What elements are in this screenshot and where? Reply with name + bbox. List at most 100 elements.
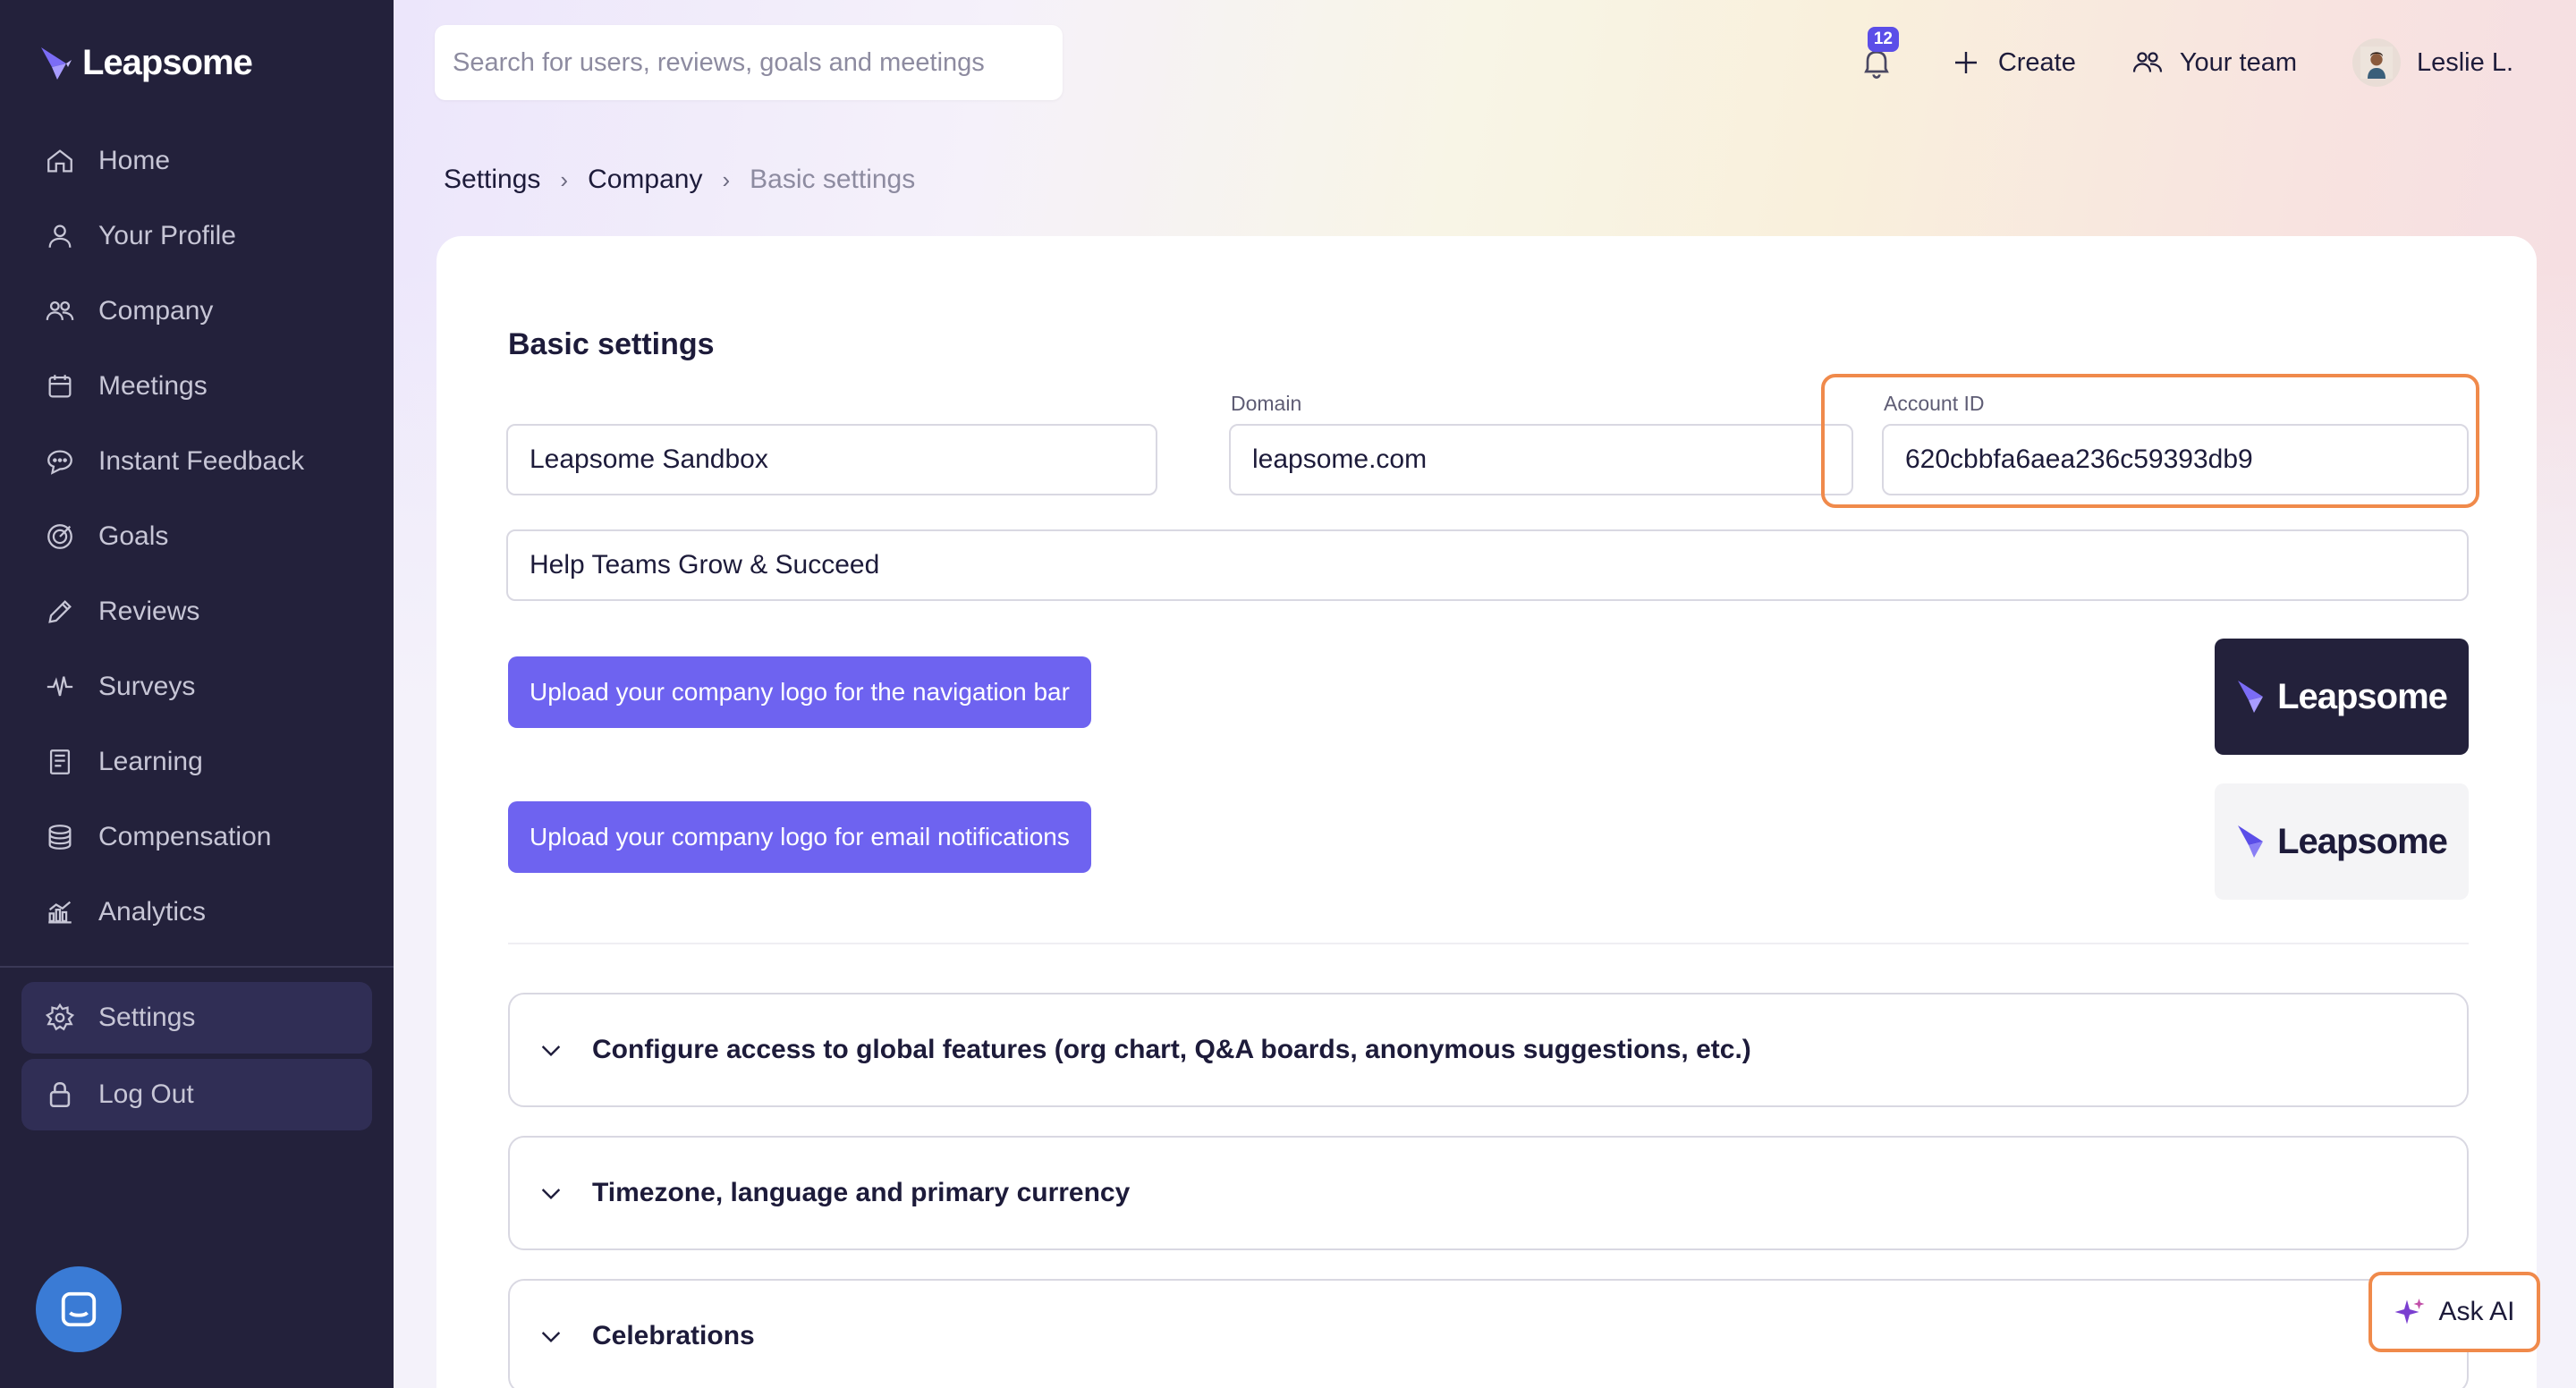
your-team-button[interactable]: Your team [2131,47,2297,79]
sidebar-item-label: Surveys [98,672,196,701]
sidebar-item-reviews[interactable]: Reviews [21,574,372,649]
search-input[interactable] [453,47,1063,78]
email-logo-preview: Leapsome [2215,783,2469,900]
chevron-down-icon [541,1332,561,1343]
support-chat-button[interactable] [36,1266,122,1352]
sidebar: Leapsome Home Your Profile Company Meeti… [0,0,394,1388]
tagline-field[interactable] [506,529,2469,601]
sparkle-icon [2394,1299,2425,1325]
sidebar-item-label: Goals [98,521,169,551]
sidebar-item-label: Your Profile [98,221,236,250]
nav-logo-text: Leapsome [2277,676,2448,716]
sidebar-bottom-nav: Settings Log Out [21,982,372,1136]
domain-label: Domain [1231,392,1302,415]
page-title: Basic settings [508,327,715,361]
chart-icon [48,901,72,924]
sidebar-item-surveys[interactable]: Surveys [21,649,372,724]
sidebar-item-label: Home [98,146,171,175]
book-icon [49,749,71,774]
domain-input[interactable] [1252,444,1852,475]
accordion-celebrations[interactable]: Celebrations [508,1279,2469,1388]
sidebar-item-label: Log Out [98,1079,194,1109]
brand-name: Leapsome [82,43,253,82]
chat-widget-icon [61,1291,97,1327]
breadcrumb-basic-settings: Basic settings [750,165,916,194]
team-icon [2132,52,2162,72]
accordion-timezone-language[interactable]: Timezone, language and primary currency [508,1136,2469,1250]
sidebar-item-label: Reviews [98,597,200,626]
chevron-down-icon [541,1189,561,1200]
breadcrumb-company[interactable]: Company [588,165,702,195]
sidebar-item-home[interactable]: Home [21,123,372,199]
sidebar-item-label: Analytics [98,897,207,927]
accordion-title: Configure access to global features (org… [592,1035,1751,1064]
calendar-icon [48,375,72,398]
notifications-button[interactable]: 12 [1859,27,1899,80]
pencil-icon [48,600,72,623]
lock-icon [49,1081,71,1108]
accordion-title: Celebrations [592,1321,755,1350]
home-icon [47,149,72,173]
domain-field[interactable] [1229,424,1853,495]
users-icon [46,300,74,321]
create-button[interactable]: Create [1950,47,2076,79]
avatar-person-icon [2360,47,2393,79]
accordion-global-features[interactable]: Configure access to global features (org… [508,993,2469,1107]
pulse-icon [47,676,73,697]
account-id-input[interactable] [1905,444,2467,475]
basic-settings-card: Basic settings Domain Account ID Upload … [436,236,2537,1388]
sidebar-item-learning[interactable]: Learning [21,724,372,800]
tagline-input[interactable] [530,550,2467,580]
global-search[interactable] [435,25,1063,100]
ask-ai-button[interactable]: Ask AI [2368,1272,2540,1352]
accordion-title: Timezone, language and primary currency [592,1178,1131,1207]
breadcrumb: Settings › Company › Basic settings [444,165,915,195]
gear-icon [45,1003,75,1031]
breadcrumb-separator: › [560,165,569,193]
user-icon [48,224,72,248]
sidebar-divider [0,966,394,968]
ask-ai-content: Ask AI [2394,1296,2515,1328]
sidebar-item-log-out[interactable]: Log Out [21,1059,372,1130]
your-team-label: Your team [2179,47,2297,77]
sidebar-item-settings[interactable]: Settings [21,982,372,1054]
sidebar-item-goals[interactable]: Goals [21,499,372,574]
sidebar-item-meetings[interactable]: Meetings [21,349,372,424]
target-icon [47,524,72,549]
user-menu[interactable]: Leslie L. [2351,38,2513,87]
breadcrumb-separator: › [722,165,731,193]
sidebar-item-label: Company [98,296,214,326]
coins-icon [48,825,72,850]
leapsome-bird-icon [2238,681,2264,713]
sidebar-item-label: Compensation [98,822,272,851]
brand-logo[interactable]: Leapsome [39,43,253,83]
avatar [2351,38,2401,87]
sidebar-item-label: Settings [98,1003,196,1032]
breadcrumb-settings[interactable]: Settings [444,165,540,195]
leapsome-bird-icon [41,47,72,80]
sidebar-item-compensation[interactable]: Compensation [21,800,372,875]
sidebar-item-analytics[interactable]: Analytics [21,875,372,950]
chat-icon [47,450,72,475]
account-id-label: Account ID [1884,392,1985,415]
plus-icon [1954,52,1977,73]
sidebar-item-label: Instant Feedback [98,446,305,476]
sidebar-item-company[interactable]: Company [21,274,372,349]
sidebar-item-label: Learning [98,747,203,776]
upload-email-logo-button[interactable]: Upload your company logo for email notif… [508,801,1091,873]
sidebar-item-label: Meetings [98,371,208,401]
create-label: Create [1997,47,2076,77]
section-divider [508,943,2469,944]
sidebar-item-your-profile[interactable]: Your Profile [21,199,372,274]
sidebar-nav: Home Your Profile Company Meetings Insta… [21,123,372,950]
notification-count-badge: 12 [1867,27,1899,52]
company-name-field[interactable] [506,424,1157,495]
company-name-input[interactable] [530,444,1156,475]
leapsome-bird-icon [2238,825,2264,858]
account-id-field[interactable] [1882,424,2469,495]
sidebar-item-instant-feedback[interactable]: Instant Feedback [21,424,372,499]
ask-ai-label: Ask AI [2438,1297,2515,1326]
nav-logo-preview: Leapsome [2215,639,2469,755]
upload-nav-logo-button[interactable]: Upload your company logo for the navigat… [508,656,1091,728]
chevron-down-icon [541,1045,561,1057]
